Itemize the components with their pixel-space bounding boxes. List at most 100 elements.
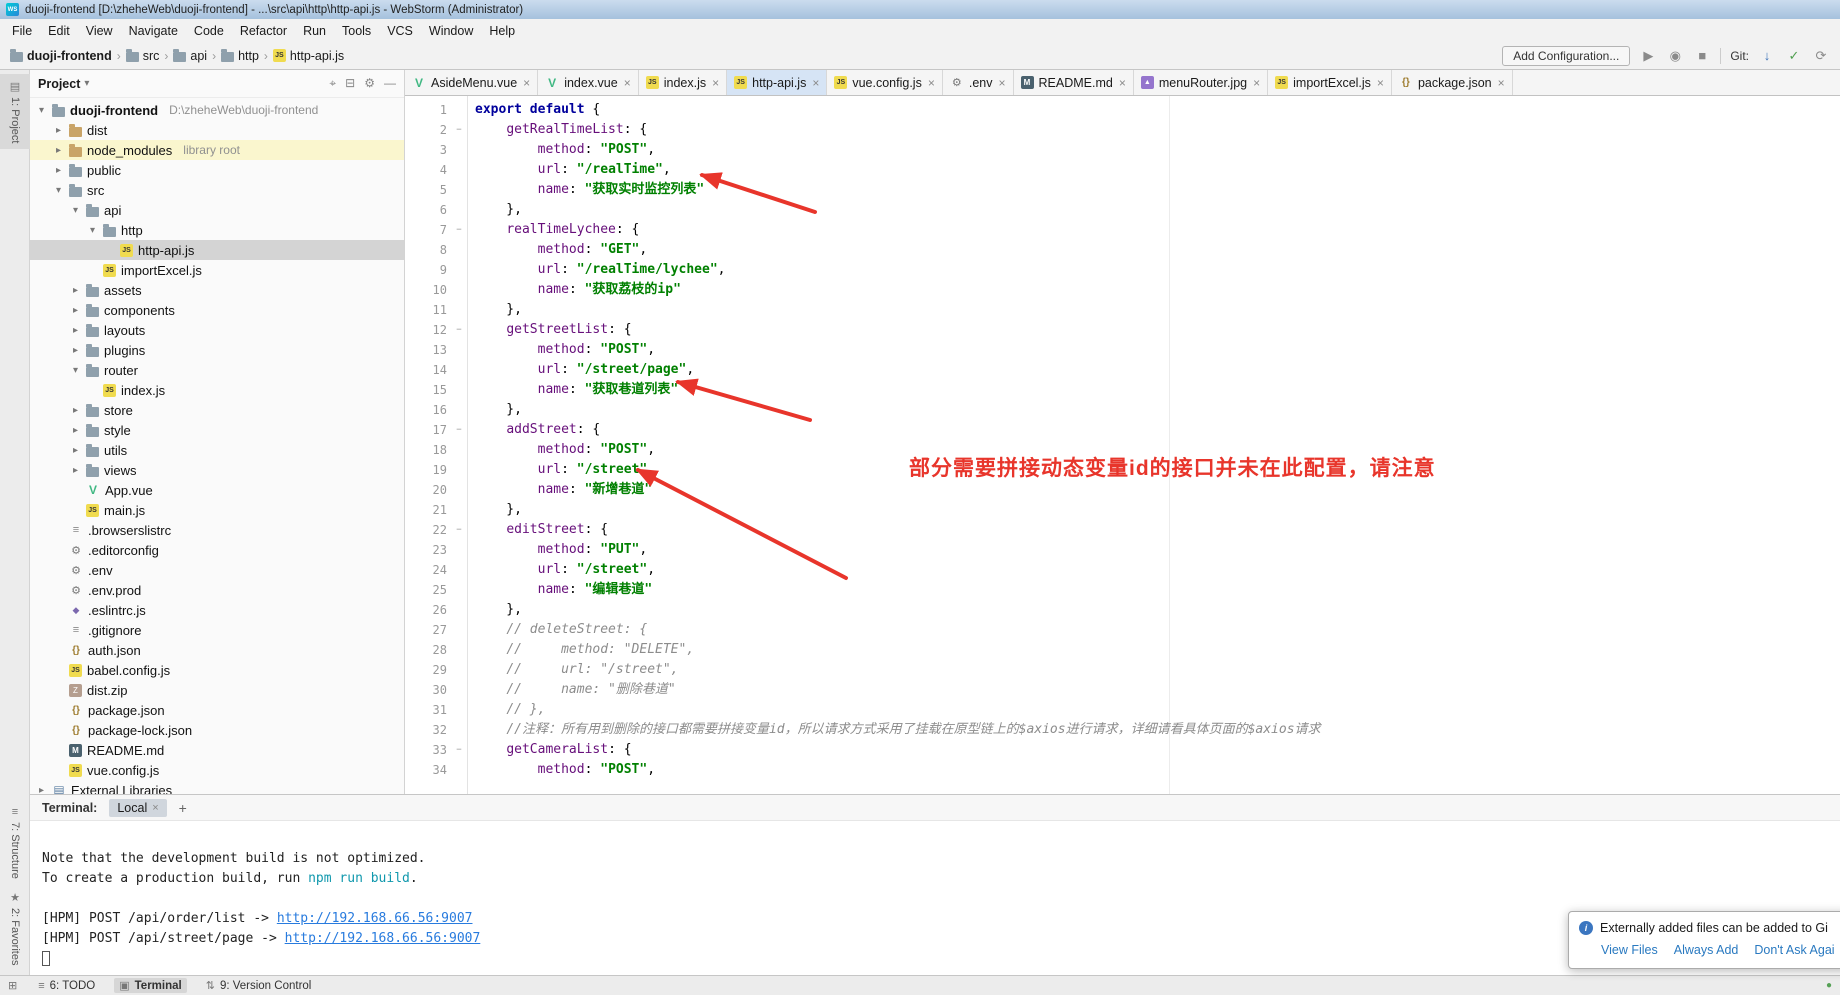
tree-item-dist[interactable]: ▸dist xyxy=(30,120,404,140)
chevron-right-icon[interactable]: ▸ xyxy=(36,785,47,795)
tab-http-api-js[interactable]: JShttp-api.js× xyxy=(727,70,827,95)
tree-item-package-json[interactable]: {}package.json xyxy=(30,700,404,720)
tree-item-env-prod[interactable]: ⚙.env.prod xyxy=(30,580,404,600)
fold-marker-icon[interactable]: − xyxy=(451,520,467,540)
tab-vue-config-js[interactable]: JSvue.config.js× xyxy=(827,70,943,95)
tree-item-src[interactable]: ▾src xyxy=(30,180,404,200)
tab-importexcel-js[interactable]: JSimportExcel.js× xyxy=(1268,70,1392,95)
chevron-down-icon[interactable]: ▾ xyxy=(70,365,81,376)
tree-item-views[interactable]: ▸views xyxy=(30,460,404,480)
statusbar-9-version-control[interactable]: ⇅9: Version Control xyxy=(201,978,317,993)
tab-asidemenu-vue[interactable]: VAsideMenu.vue× xyxy=(405,70,538,95)
chevron-right-icon[interactable]: ▸ xyxy=(53,165,64,176)
menu-tools[interactable]: Tools xyxy=(334,21,379,41)
tree-item-store[interactable]: ▸store xyxy=(30,400,404,420)
tree-item-utils[interactable]: ▸utils xyxy=(30,440,404,460)
tree-item-env[interactable]: ⚙.env xyxy=(30,560,404,580)
tree-item-gitignore[interactable]: ≡.gitignore xyxy=(30,620,404,640)
breadcrumb-http-api-js[interactable]: JShttp-api.js xyxy=(273,49,344,63)
close-icon[interactable]: × xyxy=(624,76,631,90)
history-icon[interactable]: ⟳ xyxy=(1812,48,1830,64)
tool-window-switcher-icon[interactable]: ⊞ xyxy=(8,979,17,992)
chevron-right-icon[interactable]: ▸ xyxy=(70,465,81,476)
menu-code[interactable]: Code xyxy=(186,21,232,41)
close-icon[interactable]: × xyxy=(152,802,158,814)
update-icon[interactable]: ↓ xyxy=(1758,48,1776,63)
fold-marker-icon[interactable]: − xyxy=(451,120,467,140)
locate-icon[interactable]: ⌖ xyxy=(329,76,336,91)
add-configuration-button[interactable]: Add Configuration... xyxy=(1502,46,1630,66)
collapse-all-icon[interactable]: ⊟ xyxy=(345,76,355,91)
editor-area[interactable]: VAsideMenu.vue×Vindex.vue×JSindex.js×JSh… xyxy=(405,70,1840,794)
tree-item-assets[interactable]: ▸assets xyxy=(30,280,404,300)
fold-marker-icon[interactable]: − xyxy=(451,420,467,440)
chevron-right-icon[interactable]: ▸ xyxy=(70,305,81,316)
tab-index-vue[interactable]: Vindex.vue× xyxy=(538,70,639,95)
tree-item-auth-json[interactable]: {}auth.json xyxy=(30,640,404,660)
tree-item-layouts[interactable]: ▸layouts xyxy=(30,320,404,340)
chevron-right-icon[interactable]: ▸ xyxy=(70,345,81,356)
close-icon[interactable]: × xyxy=(1119,76,1126,90)
tree-item-router[interactable]: ▾router xyxy=(30,360,404,380)
menu-navigate[interactable]: Navigate xyxy=(121,21,186,41)
menu-view[interactable]: View xyxy=(78,21,121,41)
tab-env[interactable]: ⚙.env× xyxy=(943,70,1014,95)
chevron-down-icon[interactable]: ▾ xyxy=(70,205,81,216)
notification-action-view-files[interactable]: View Files xyxy=(1601,943,1658,957)
breadcrumb-duoji-frontend[interactable]: duoji-frontend xyxy=(10,49,112,63)
hide-icon[interactable]: ― xyxy=(384,76,396,91)
terminal-link[interactable]: http://192.168.66.56:9007 xyxy=(285,931,481,946)
close-icon[interactable]: × xyxy=(998,76,1005,90)
chevron-right-icon[interactable]: ▸ xyxy=(70,405,81,416)
tree-item-babel-config-js[interactable]: JSbabel.config.js xyxy=(30,660,404,680)
tree-item-importexcel-js[interactable]: JSimportExcel.js xyxy=(30,260,404,280)
close-icon[interactable]: × xyxy=(1253,76,1260,90)
commit-icon[interactable]: ✓ xyxy=(1785,48,1803,64)
tool-button-2-favorites[interactable]: ★2: Favorites xyxy=(0,885,30,971)
menu-run[interactable]: Run xyxy=(295,21,334,41)
fold-marker-icon[interactable]: − xyxy=(451,740,467,760)
terminal-tab-local[interactable]: Local × xyxy=(109,799,166,817)
tree-item-app-vue[interactable]: VApp.vue xyxy=(30,480,404,500)
settings-icon[interactable]: ⚙ xyxy=(364,76,375,91)
tree-item-plugins[interactable]: ▸plugins xyxy=(30,340,404,360)
menu-vcs[interactable]: VCS xyxy=(379,21,421,41)
notification-action-always-add[interactable]: Always Add xyxy=(1674,943,1739,957)
statusbar-6-todo[interactable]: ≡6: TODO xyxy=(33,979,100,993)
tree-item-external-libraries[interactable]: ▸▤External Libraries xyxy=(30,780,404,794)
debug-icon[interactable]: ◉ xyxy=(1666,48,1684,64)
chevron-right-icon[interactable]: ▸ xyxy=(70,445,81,456)
close-icon[interactable]: × xyxy=(712,76,719,90)
tree-item-eslintrc-js[interactable]: ◆.eslintrc.js xyxy=(30,600,404,620)
chevron-down-icon[interactable]: ▾ xyxy=(36,105,47,116)
terminal-link[interactable]: http://192.168.66.56:9007 xyxy=(277,911,473,926)
event-log-icon[interactable]: ● xyxy=(1826,980,1832,991)
tree-item-browserslistrc[interactable]: ≡.browserslistrc xyxy=(30,520,404,540)
close-icon[interactable]: × xyxy=(1377,76,1384,90)
tab-package-json[interactable]: {}package.json× xyxy=(1392,70,1513,95)
tree-item-package-lock-json[interactable]: {}package-lock.json xyxy=(30,720,404,740)
menu-file[interactable]: File xyxy=(4,21,40,41)
menu-refactor[interactable]: Refactor xyxy=(232,21,295,41)
chevron-right-icon[interactable]: ▸ xyxy=(70,285,81,296)
fold-marker-icon[interactable]: − xyxy=(451,320,467,340)
menu-edit[interactable]: Edit xyxy=(40,21,78,41)
close-icon[interactable]: × xyxy=(1498,76,1505,90)
tool-button-1-project[interactable]: ▤1: Project xyxy=(0,74,30,149)
tab-menurouter-jpg[interactable]: ▲menuRouter.jpg× xyxy=(1134,70,1268,95)
statusbar-terminal[interactable]: ▣Terminal xyxy=(114,978,186,993)
stop-icon[interactable]: ■ xyxy=(1693,48,1711,63)
tree-item-components[interactable]: ▸components xyxy=(30,300,404,320)
menu-help[interactable]: Help xyxy=(481,21,523,41)
close-icon[interactable]: × xyxy=(523,76,530,90)
tree-item-public[interactable]: ▸public xyxy=(30,160,404,180)
breadcrumb-api[interactable]: api xyxy=(173,49,207,63)
tree-item-dist-zip[interactable]: Zdist.zip xyxy=(30,680,404,700)
tree-item-http-api-js[interactable]: JShttp-api.js xyxy=(30,240,404,260)
tree-item-api[interactable]: ▾api xyxy=(30,200,404,220)
project-panel-title[interactable]: Project xyxy=(38,77,80,91)
chevron-right-icon[interactable]: ▸ xyxy=(70,325,81,336)
menu-window[interactable]: Window xyxy=(421,21,481,41)
breadcrumb-http[interactable]: http xyxy=(221,49,259,63)
tree-item-duoji-frontend[interactable]: ▾duoji-frontendD:\zheheWeb\duoji-fronten… xyxy=(30,100,404,120)
